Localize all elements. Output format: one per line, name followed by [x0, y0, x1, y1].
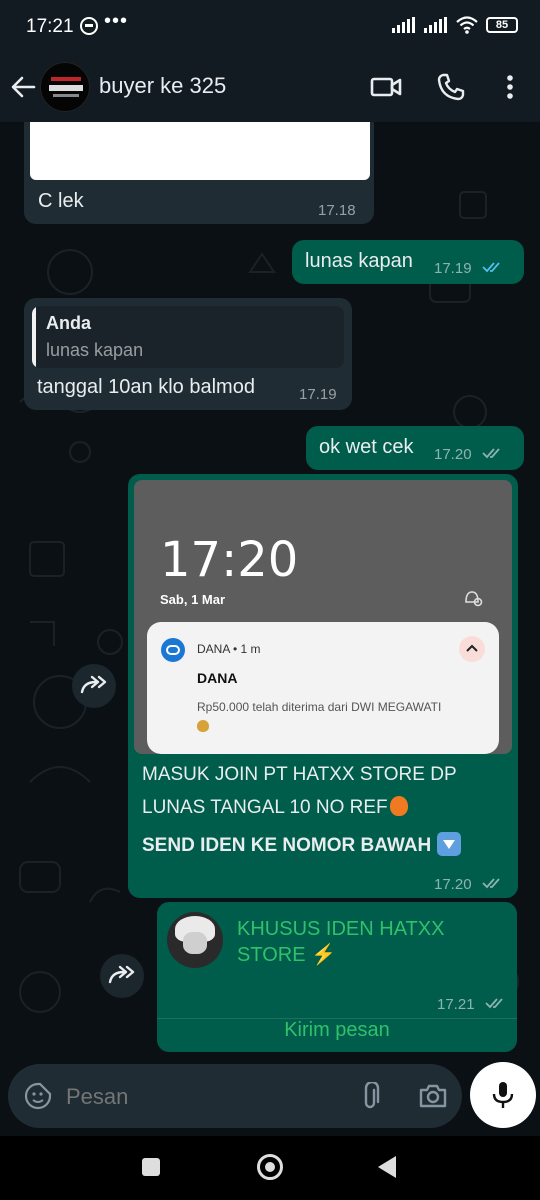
message-time: 17.20 — [434, 876, 472, 893]
more-notifications-icon: ••• — [104, 10, 129, 32]
screenshot-clock: 17:20 — [160, 532, 299, 588]
message-input[interactable] — [66, 1084, 336, 1110]
caption-line3-text: SEND IDEN KE NOMOR BAWAH — [142, 835, 432, 856]
battery-icon: 85 — [486, 17, 518, 33]
send-message-button[interactable]: Kirim pesan — [157, 1015, 517, 1045]
message-text: lunas kapan — [305, 250, 413, 272]
down-arrow-emoji-icon — [437, 832, 462, 856]
message-text: tanggal 10an klo balmod — [37, 376, 255, 398]
message-time: 17.18 — [318, 202, 356, 219]
delivered-ticks-icon — [482, 448, 500, 459]
caption-line: MASUK JOIN PT HATXX STORE DP — [142, 764, 457, 786]
voice-call-icon[interactable] — [436, 72, 466, 102]
back-arrow-icon[interactable] — [8, 72, 38, 102]
voice-record-button[interactable] — [470, 1062, 536, 1128]
signal-icon — [392, 17, 415, 33]
delivered-ticks-icon — [482, 878, 500, 889]
message-time: 17.21 — [437, 996, 475, 1013]
messenger-notification-icon — [80, 17, 98, 35]
status-bar: 17:21 ••• 85 — [0, 0, 540, 52]
emoji-sticker-icon[interactable] — [24, 1082, 52, 1110]
chat-area[interactable]: C lek 17.18 lunas kapan 17.19 Anda lunas… — [0, 122, 540, 1062]
collapse-chevron-icon — [459, 636, 485, 662]
message-bubble-outgoing[interactable]: ok wet cek 17.20 — [306, 426, 524, 470]
caption-line2-text: LUNAS TANGAL 10 NO REF — [142, 797, 388, 818]
contact-card-bubble[interactable]: KHUSUS IDEN HATXX STORE ⚡ 17.21 Kirim pe… — [157, 902, 517, 1052]
quoted-text: lunas kapan — [46, 340, 144, 360]
message-text: C lek — [38, 190, 84, 212]
caption-line-bold: SEND IDEN KE NOMOR BAWAH — [142, 832, 462, 857]
lightning-emoji-icon: ⚡ — [311, 944, 337, 966]
message-composer[interactable] — [8, 1064, 462, 1128]
message-image-thumbnail[interactable] — [30, 122, 370, 180]
message-bubble-incoming[interactable]: Anda lunas kapan tanggal 10an klo balmod… — [24, 298, 352, 410]
message-image-screenshot[interactable]: 17:20 Sab, 1 Mar DANA • 1 m DANA Rp50.00… — [134, 480, 512, 754]
message-text: ok wet cek — [319, 436, 414, 458]
message-time: 17.19 — [299, 386, 337, 403]
message-time: 17.19 — [434, 260, 472, 277]
message-bubble-outgoing[interactable]: lunas kapan 17.19 — [292, 240, 524, 284]
shared-contact-name-line1: KHUSUS IDEN HATXX — [237, 918, 445, 940]
notification-body: Rp50.000 telah diterima dari DWI MEGAWAT… — [197, 698, 487, 734]
forward-button[interactable] — [100, 954, 144, 998]
dana-notification-card: DANA • 1 m DANA Rp50.000 telah diterima … — [147, 622, 499, 754]
quoted-author: Anda — [46, 313, 91, 333]
system-back-button[interactable] — [378, 1156, 396, 1178]
message-bubble-outgoing[interactable]: 17:20 Sab, 1 Mar DANA • 1 m DANA Rp50.00… — [128, 474, 518, 898]
money-bag-emoji-icon — [197, 719, 209, 732]
caption-line1-text: MASUK JOIN PT HATXX STORE DP — [142, 764, 457, 785]
message-time: 17.20 — [434, 446, 472, 463]
caption-line: LUNAS TANGAL 10 NO REF — [142, 796, 408, 819]
more-options-icon[interactable] — [498, 72, 522, 102]
microphone-icon — [492, 1082, 514, 1108]
attach-icon[interactable] — [358, 1082, 382, 1112]
shared-contact-name-line2: STORE — [237, 944, 306, 966]
forward-icon — [80, 675, 107, 694]
dana-app-icon — [161, 638, 185, 662]
status-time: 17:21 — [26, 16, 74, 37]
notification-body-text: Rp50.000 telah diterima dari DWI MEGAWAT… — [197, 700, 442, 714]
system-navigation-bar — [0, 1136, 540, 1200]
quoted-message[interactable]: Anda lunas kapan — [32, 306, 344, 368]
message-bubble-incoming[interactable]: C lek 17.18 — [24, 122, 374, 224]
home-button[interactable] — [257, 1154, 283, 1180]
read-ticks-icon — [482, 262, 500, 273]
notification-app: DANA • 1 m — [197, 642, 261, 656]
screenshot-date: Sab, 1 Mar — [160, 592, 226, 607]
recents-button[interactable] — [142, 1158, 160, 1176]
forward-button[interactable] — [72, 664, 116, 708]
contact-avatar[interactable] — [40, 62, 90, 112]
notification-title: DANA — [197, 670, 238, 686]
shared-contact-avatar[interactable] — [167, 912, 223, 968]
video-call-icon[interactable] — [370, 72, 402, 102]
chat-header: buyer ke 325 — [0, 52, 540, 122]
notification-settings-icon — [465, 591, 483, 607]
wifi-icon — [456, 16, 478, 34]
delivered-ticks-icon — [485, 998, 503, 1009]
signal-icon-2 — [424, 17, 447, 33]
contact-name[interactable]: buyer ke 325 — [99, 73, 226, 99]
shared-contact-name[interactable]: KHUSUS IDEN HATXX STORE ⚡ — [237, 916, 444, 968]
forward-icon — [108, 965, 135, 984]
fire-emoji-icon — [389, 796, 408, 816]
camera-icon[interactable] — [418, 1082, 448, 1110]
